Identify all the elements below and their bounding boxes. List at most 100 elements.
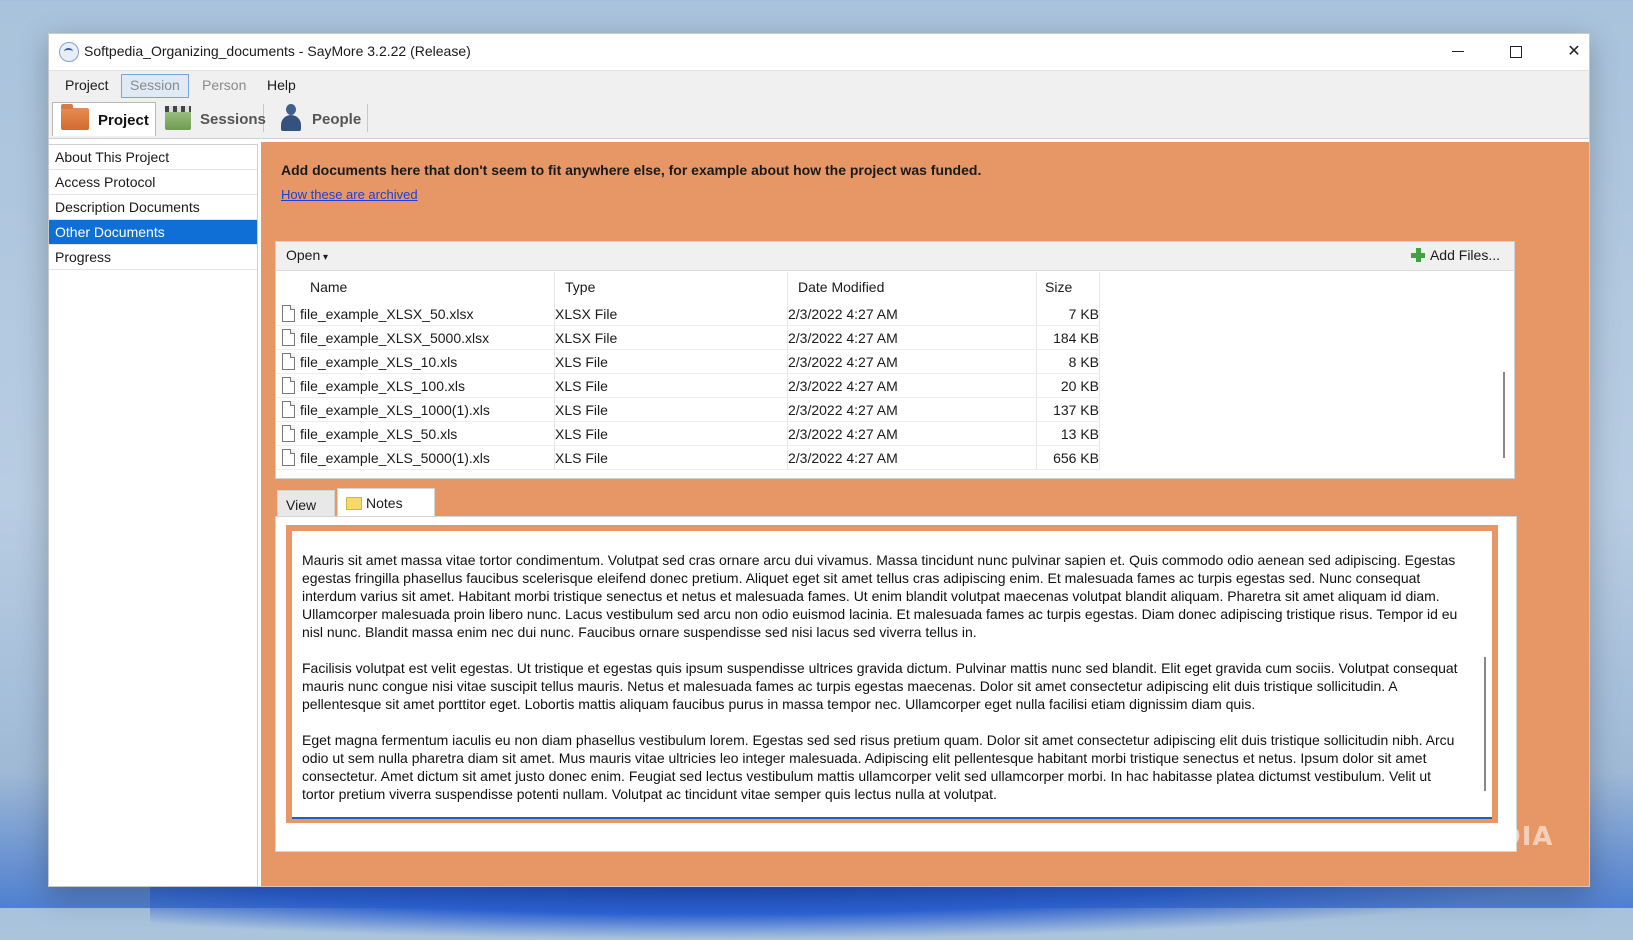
tab-separator <box>367 104 368 132</box>
file-type-cell: XLS File <box>554 397 788 422</box>
table-header-row: Name Type Date Modified Size <box>276 272 1100 302</box>
document-icon <box>282 305 295 322</box>
sidebar-item-access-protocol[interactable]: Access Protocol <box>49 170 257 195</box>
document-icon <box>282 377 295 394</box>
menu-session[interactable]: Session <box>121 74 189 98</box>
table-row[interactable]: file_example_XLSX_5000.xlsx XLSX File 2/3/… <box>276 325 1100 350</box>
instructions-text: Add documents here that don't seem to fi… <box>281 162 982 178</box>
file-name-cell: file_example_XLS_10.xls <box>276 349 555 374</box>
file-name-cell: file_example_XLS_1000(1).xls <box>276 397 555 422</box>
file-list-panel: Open Add Files... Name Type Date Modifie… <box>275 241 1515 479</box>
window-title: Softpedia_Organizing_documents - SayMore… <box>84 43 471 59</box>
document-icon <box>282 329 295 346</box>
tab-sessions-label: Sessions <box>200 111 266 128</box>
minimize-button[interactable] <box>1429 34 1487 70</box>
saymore-app-icon <box>59 42 79 62</box>
file-name-cell: file_example_XLSX_5000.xlsx <box>276 325 555 350</box>
column-header-name[interactable]: Name <box>276 272 555 302</box>
document-icon <box>282 353 295 370</box>
file-size-cell: 8 KB <box>1036 349 1100 374</box>
folder-icon <box>61 104 89 130</box>
file-type-cell: XLSX File <box>554 302 788 326</box>
sidebar-item-progress[interactable]: Progress <box>49 245 257 270</box>
sidebar-item-other-documents[interactable]: Other Documents <box>49 220 257 245</box>
file-size-cell: 656 KB <box>1036 445 1100 470</box>
table-row[interactable]: file_example_XLS_10.xls XLS File 2/3/2022 … <box>276 349 1100 374</box>
document-icon <box>282 449 295 466</box>
file-size-cell: 137 KB <box>1036 397 1100 422</box>
menu-bar: Project Session Person Help <box>49 70 1589 99</box>
title-bar[interactable]: Softpedia_Organizing_documents - SayMore… <box>49 34 1589 70</box>
add-files-button[interactable]: Add Files... <box>1410 247 1500 263</box>
file-type-cell: XLS File <box>554 349 788 374</box>
file-size-cell: 20 KB <box>1036 373 1100 398</box>
column-header-date-modified[interactable]: Date Modified <box>787 272 1037 302</box>
tab-notes-label: Notes <box>366 495 403 511</box>
sidebar-item-about[interactable]: About This Project <box>49 145 257 170</box>
table-row[interactable]: file_example_XLS_100.xls XLS File 2/3/2022… <box>276 373 1100 398</box>
clapperboard-icon <box>165 106 191 130</box>
table-row[interactable]: file_example_XLS_5000(1).xls XLS File 2/3/… <box>276 445 1100 470</box>
file-type-cell: XLSX File <box>554 325 788 350</box>
file-size-cell: 184 KB <box>1036 325 1100 350</box>
table-row[interactable]: file_example_XLS_1000(1).xls XLS File 2/3/… <box>276 397 1100 422</box>
add-files-label: Add Files... <box>1429 247 1500 263</box>
file-type-cell: XLS File <box>554 373 788 398</box>
file-date-cell: 2/3/2022 4:27 AM <box>787 421 1037 446</box>
notes-paragraph: Mauris sit amet massa vitae tortor condi… <box>302 552 1458 640</box>
document-icon <box>282 401 295 418</box>
file-name-cell: file_example_XLSX_50.xlsx <box>276 302 555 326</box>
minimize-icon <box>1452 51 1464 53</box>
column-header-type[interactable]: Type <box>554 272 788 302</box>
file-name-cell: file_example_XLS_100.xls <box>276 373 555 398</box>
archive-info-link[interactable]: How these are archived <box>281 187 418 202</box>
file-date-cell: 2/3/2022 4:27 AM <box>787 349 1037 374</box>
column-header-size[interactable]: Size <box>1036 272 1100 302</box>
other-documents-panel: Add documents here that don't seem to fi… <box>261 142 1589 886</box>
table-row[interactable]: file_example_XLS_50.xls XLS File 2/3/2022 … <box>276 421 1100 446</box>
tab-project-label: Project <box>98 112 149 129</box>
file-name-cell: file_example_XLS_50.xls <box>276 421 555 446</box>
file-type-cell: XLS File <box>554 421 788 446</box>
app-window: Softpedia_Organizing_documents - SayMore… <box>48 33 1590 887</box>
file-toolbar: Open Add Files... <box>276 242 1514 271</box>
tab-notes[interactable]: Notes <box>337 488 435 517</box>
sidebar-item-description-documents[interactable]: Description Documents <box>49 195 257 220</box>
file-name-cell: file_example_XLS_5000(1).xls <box>276 445 555 470</box>
softpedia-watermark: SOFTPEDIA <box>1380 822 1554 852</box>
file-type-cell: XLS File <box>554 445 788 470</box>
notes-frame: Mauris sit amet massa vitae tortor condi… <box>286 525 1498 823</box>
file-date-cell: 2/3/2022 4:27 AM <box>787 445 1037 470</box>
notes-scrollbar[interactable] <box>1484 657 1486 791</box>
notes-paragraph: Facilisis volutpat est velit egestas. Ut… <box>302 660 1458 712</box>
tab-project[interactable]: Project <box>52 102 156 136</box>
file-date-cell: 2/3/2022 4:27 AM <box>787 373 1037 398</box>
menu-project[interactable]: Project <box>57 74 117 96</box>
desktop-wallpaper <box>150 880 1550 940</box>
tab-sessions[interactable]: Sessions <box>159 102 266 135</box>
menu-person[interactable]: Person <box>194 74 254 96</box>
open-dropdown-button[interactable]: Open <box>286 247 328 263</box>
file-size-cell: 13 KB <box>1036 421 1100 446</box>
table-row[interactable]: file_example_XLSX_50.xlsx XLSX File 2/3/20… <box>276 302 1100 326</box>
notes-textarea[interactable]: Mauris sit amet massa vitae tortor condi… <box>292 531 1492 819</box>
project-sidebar: About This Project Access Protocol Descr… <box>49 144 258 886</box>
note-icon <box>346 497 362 510</box>
file-list-scrollbar[interactable] <box>1503 372 1505 458</box>
file-size-cell: 7 KB <box>1036 302 1100 326</box>
tab-people[interactable]: People <box>271 102 365 135</box>
mode-tab-bar: Project Sessions People <box>49 98 1589 139</box>
document-icon <box>282 425 295 442</box>
maximize-icon <box>1510 45 1522 58</box>
tab-people-label: People <box>312 111 362 128</box>
tab-view[interactable]: View <box>277 490 335 518</box>
menu-help[interactable]: Help <box>259 74 304 96</box>
file-date-cell: 2/3/2022 4:27 AM <box>787 325 1037 350</box>
maximize-button[interactable] <box>1487 34 1545 70</box>
file-date-cell: 2/3/2022 4:27 AM <box>787 397 1037 422</box>
file-table: Name Type Date Modified Size file_exampl… <box>276 272 1100 470</box>
plus-icon <box>1410 248 1425 262</box>
close-button[interactable]: ✕ <box>1545 34 1589 70</box>
notes-paragraph: Eget magna fermentum iaculis eu non diam… <box>302 732 1455 802</box>
notes-panel: Mauris sit amet massa vitae tortor condi… <box>275 516 1517 852</box>
